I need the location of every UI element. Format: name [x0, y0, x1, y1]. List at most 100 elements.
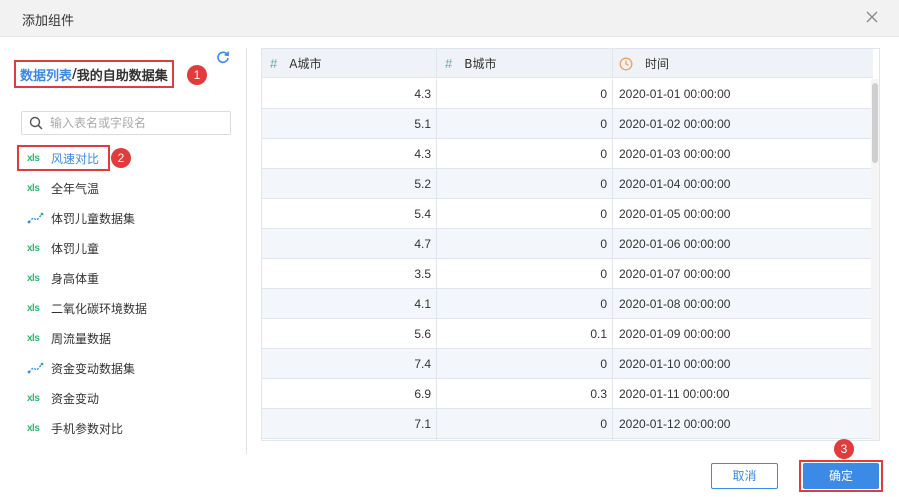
list-item[interactable]: xls 手机参数对比	[0, 413, 246, 443]
table-cell: 2020-01-03 00:00:00	[613, 139, 873, 168]
list-item-label: 体罚儿童	[51, 241, 100, 256]
step-badge-1: 1	[187, 65, 207, 85]
table-cell: 4.1	[262, 289, 437, 318]
table-cell: 0	[437, 409, 613, 438]
list-item-label: 资金变动数据集	[51, 361, 136, 376]
cancel-button[interactable]: 取消	[711, 463, 778, 489]
xls-icon: xls	[27, 332, 40, 344]
self-dataset-icon	[27, 212, 44, 224]
table-cell: 3.5	[262, 259, 437, 288]
breadcrumb-current: 我的自助数据集	[76, 68, 168, 84]
table-cell: 5.2	[262, 169, 437, 198]
table-row: 4.3 0 2020-01-01 00:00:00	[262, 79, 873, 109]
close-icon[interactable]	[863, 9, 881, 27]
table-body: 4.3 0 2020-01-01 00:00:00 5.1 0 2020-01-02 00…	[262, 79, 873, 440]
table-cell: 2020-01-10 00:00:00	[613, 349, 873, 378]
number-type-icon: #	[270, 56, 278, 71]
xls-icon: xls	[27, 242, 40, 254]
list-item[interactable]: 资金变动数据集	[0, 353, 246, 383]
step-badge-2: 2	[111, 148, 131, 168]
table-cell: 0.1	[437, 319, 613, 348]
list-item[interactable]: xls 体罚儿童	[0, 233, 246, 263]
list-item-label: 周流量数据	[51, 331, 112, 346]
table-row	[262, 439, 873, 440]
dataset-list: xls 风速对比 xls 全年气温 体罚儿童数据集 xls 体罚儿童 xls 身…	[0, 143, 246, 443]
self-dataset-icon	[27, 362, 44, 374]
table-cell: 2020-01-12 00:00:00	[613, 409, 873, 438]
number-type-icon: #	[445, 56, 453, 71]
table-cell	[613, 439, 873, 440]
search-icon	[29, 116, 43, 130]
vertical-scrollbar[interactable]	[871, 79, 879, 440]
breadcrumb-root[interactable]: 数据列表	[20, 65, 72, 84]
xls-icon: xls	[27, 182, 40, 194]
list-item[interactable]: xls 身高体重	[0, 263, 246, 293]
breadcrumb: 数据列表 / 我的自助数据集	[14, 60, 174, 88]
table-cell: 2020-01-04 00:00:00	[613, 169, 873, 198]
search-input[interactable]	[50, 116, 220, 130]
list-item-label: 手机参数对比	[51, 421, 124, 436]
selection-highlight	[17, 145, 110, 171]
search-box[interactable]	[21, 111, 231, 135]
table-cell: 0	[437, 139, 613, 168]
table-row: 5.4 0 2020-01-05 00:00:00	[262, 199, 873, 229]
list-item[interactable]: xls 全年气温	[0, 173, 246, 203]
step-badge-3: 3	[834, 439, 854, 459]
xls-icon: xls	[27, 302, 40, 314]
table-cell: 0	[437, 289, 613, 318]
list-item-label: 身高体重	[51, 271, 100, 286]
list-item[interactable]: xls 周流量数据	[0, 323, 246, 353]
refresh-icon[interactable]	[216, 50, 230, 64]
table-row: 5.6 0.1 2020-01-09 00:00:00	[262, 319, 873, 349]
table-row: 4.7 0 2020-01-06 00:00:00	[262, 229, 873, 259]
table-cell: 0	[437, 259, 613, 288]
table-cell: 2020-01-06 00:00:00	[613, 229, 873, 258]
table-cell: 6.9	[262, 379, 437, 408]
table-cell: 4.7	[262, 229, 437, 258]
xls-icon: xls	[27, 422, 40, 434]
table-cell: 5.1	[262, 109, 437, 138]
table-cell: 5.4	[262, 199, 437, 228]
table-cell: 2020-01-08 00:00:00	[613, 289, 873, 318]
dataset-panel: 数据列表 / 我的自助数据集 1 xls 风速对比 xls 全年气温 体罚儿童数…	[0, 38, 246, 456]
table-cell: 7.1	[262, 409, 437, 438]
table-cell: 0	[437, 79, 613, 108]
list-item-label: 二氧化碳环境数据	[51, 301, 148, 316]
table-row: 4.3 0 2020-01-03 00:00:00	[262, 139, 873, 169]
ok-button[interactable]: 确定	[803, 463, 879, 489]
list-item-label: 资金变动	[51, 391, 100, 406]
table-cell: 2020-01-05 00:00:00	[613, 199, 873, 228]
table-row: 5.2 0 2020-01-04 00:00:00	[262, 169, 873, 199]
scrollbar-thumb[interactable]	[872, 83, 878, 163]
table-cell: 0.3	[437, 379, 613, 408]
table-cell: 2020-01-11 00:00:00	[613, 379, 873, 408]
table-cell: 0	[437, 199, 613, 228]
table-cell: 0	[437, 229, 613, 258]
table-cell	[262, 439, 437, 440]
table-cell: 0	[437, 109, 613, 138]
dialog-header: 添加组件	[0, 0, 899, 37]
table-cell: 5.6	[262, 319, 437, 348]
list-item[interactable]: 体罚儿童数据集	[0, 203, 246, 233]
column-header[interactable]: 时间	[613, 49, 873, 78]
list-item[interactable]: xls 资金变动	[0, 383, 246, 413]
table-cell: 2020-01-01 00:00:00	[613, 79, 873, 108]
table-row: 3.5 0 2020-01-07 00:00:00	[262, 259, 873, 289]
data-preview-table: # A城市 # B城市 时间 4.3 0 2020-01-01 00:00:00 5.…	[261, 48, 880, 441]
table-cell: 4.3	[262, 79, 437, 108]
xls-icon: xls	[27, 392, 40, 404]
table-cell: 0	[437, 349, 613, 378]
table-row: 6.9 0.3 2020-01-11 00:00:00	[262, 379, 873, 409]
list-item[interactable]: xls 二氧化碳环境数据	[0, 293, 246, 323]
column-header[interactable]: # B城市	[437, 49, 613, 78]
table-cell	[437, 439, 613, 440]
table-cell: 4.3	[262, 139, 437, 168]
table-row: 7.4 0 2020-01-10 00:00:00	[262, 349, 873, 379]
table-cell: 2020-01-09 00:00:00	[613, 319, 873, 348]
table-cell: 2020-01-07 00:00:00	[613, 259, 873, 288]
table-header: # A城市 # B城市 时间	[262, 49, 873, 78]
table-cell: 2020-01-02 00:00:00	[613, 109, 873, 138]
column-header[interactable]: # A城市	[262, 49, 437, 78]
list-item-label: 全年气温	[51, 181, 100, 196]
column-header-label: A城市	[289, 57, 322, 71]
